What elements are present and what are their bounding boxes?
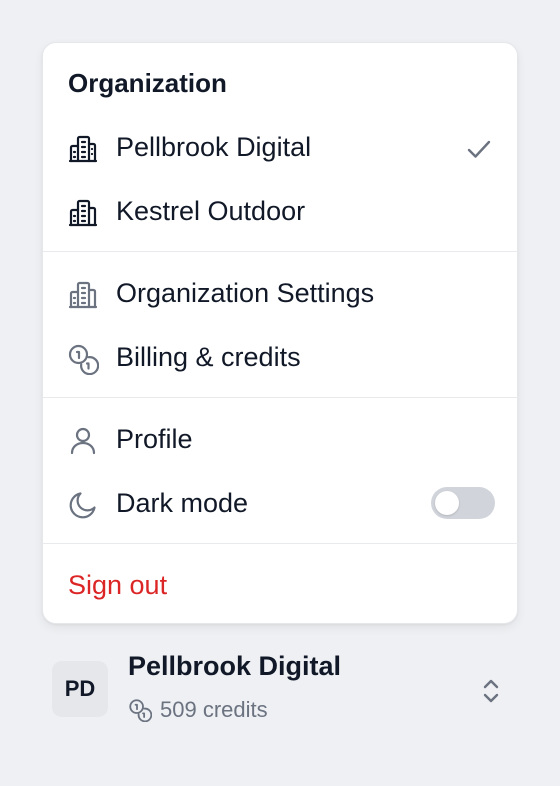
organization-menu: Organization Pellbrook Digital Kestrel O… [42,42,519,624]
menu-heading: Organization [68,68,227,98]
dark-mode-item[interactable]: Dark mode [43,475,519,531]
chevron-up-down-icon [483,679,499,703]
checkmark-icon [467,140,491,158]
credits-balance: 509 credits [128,696,268,724]
org-item-label: Pellbrook Digital [116,132,312,162]
sign-out-item[interactable]: Sign out [43,557,519,613]
organization-settings-label: Organization Settings [116,278,375,308]
user-icon [67,425,99,457]
coins-icon [129,699,152,722]
menu-divider [43,543,519,544]
menu-divider [43,251,519,252]
toggle-knob [435,491,459,515]
profile-label: Profile [116,424,193,454]
avatar: PD [52,661,108,717]
billing-credits-label: Billing & credits [116,342,301,372]
current-org-name: Pellbrook Digital [128,651,342,681]
organization-settings-item[interactable]: Organization Settings [43,265,519,321]
profile-item[interactable]: Profile [43,411,519,467]
moon-icon [67,489,99,521]
building-icon [67,133,99,165]
sign-out-label: Sign out [68,570,168,600]
dark-mode-label: Dark mode [116,488,249,518]
credits-text: 509 credits [160,697,268,722]
org-item-kestrel-outdoor[interactable]: Kestrel Outdoor [43,183,519,239]
org-item-pellbrook-digital[interactable]: Pellbrook Digital [43,119,519,175]
building-icon [67,279,99,311]
org-item-label: Kestrel Outdoor [116,196,306,226]
org-switcher-button[interactable]: PD Pellbrook Digital 509 credits [42,644,518,744]
billing-credits-item[interactable]: Billing & credits [43,329,519,385]
menu-divider [43,397,519,398]
building-icon [67,197,99,229]
coins-icon [67,343,99,375]
dark-mode-toggle[interactable] [431,487,495,519]
